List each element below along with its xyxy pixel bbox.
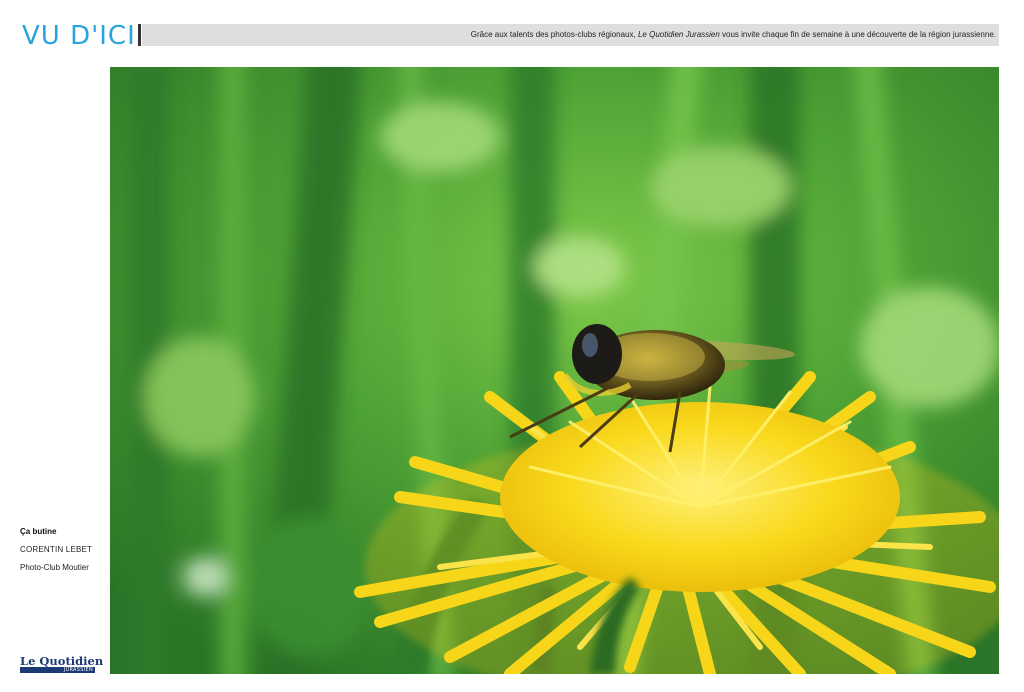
caption-title: Ça butine [20,527,57,536]
photo-illustration-bee-on-dandelion [110,67,999,674]
logo-name: Le Quotidien [20,654,104,668]
intro-text-end: vous invite chaque fin de semaine à une … [719,30,996,39]
intro-text-start: Grâce aux talents des photos-clubs régio… [470,30,638,39]
caption-author: CORENTIN LEBET [20,545,93,554]
header-divider [138,24,141,46]
featured-photo [110,67,999,674]
intro-paper-name: Le Quotidien Jurassien [637,30,720,39]
caption-club: Photo-Club Moutier [20,563,89,572]
logo-subtitle: JURASSIEN [63,667,93,673]
header-intro: Grâce aux talents des photos-clubs régio… [471,30,996,39]
section-title: VU D'ICI [22,21,136,51]
newspaper-logo: Le Quotidien JURASSIEN [20,654,104,675]
photo-caption: Ça butine CORENTIN LEBET Photo-Club Mout… [20,527,105,572]
